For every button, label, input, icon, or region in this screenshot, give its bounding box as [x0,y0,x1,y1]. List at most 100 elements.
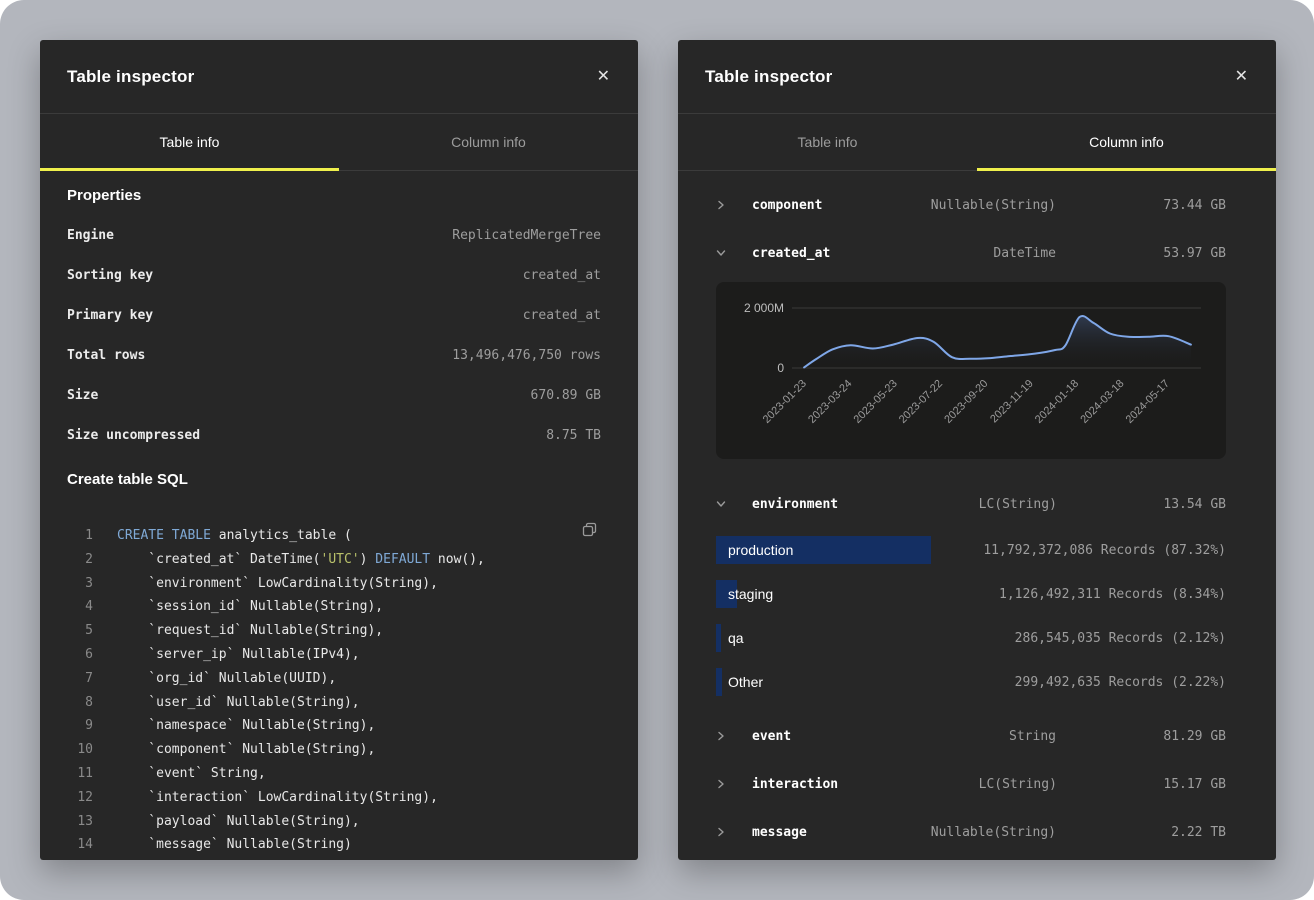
sql-line-code: `event` String, [117,762,266,786]
column-name: event [732,729,836,744]
x-tick-label: 2024-01-18 [1033,378,1081,426]
sql-line-number: 12 [67,786,93,810]
property-label: Total rows [67,348,145,363]
column-size: 15.17 GB [1057,777,1226,792]
column-name: message [732,825,836,840]
sql-line: 10 `component` Nullable(String), [67,738,601,762]
sql-line: 2 `created_at` DateTime('UTC') DEFAULT n… [67,548,601,572]
columns-list: componentNullable(String)73.44 GBcreated… [678,171,1276,856]
chevron-right-icon[interactable] [716,827,732,837]
value-label: Other [716,668,999,696]
sql-line-code: `payload` Nullable(String), [117,810,360,834]
value-bar-container: production [716,536,967,564]
chevron-right-icon[interactable] [716,731,732,741]
column-row[interactable]: messageNullable(String)2.22 TB [716,808,1226,856]
tab-table-info[interactable]: Table info [40,114,339,170]
sql-line: 13 `payload` Nullable(String), [67,810,601,834]
property-label: Engine [67,228,114,243]
column-row[interactable]: componentNullable(String)73.44 GB [716,181,1226,229]
value-distribution-row: production11,792,372,086 Records (87.32%… [716,528,1226,572]
value-record-count: 11,792,372,086 Records (87.32%) [967,543,1226,558]
sql-line-code: `interaction` LowCardinality(String), [117,786,438,810]
value-bar-container: qa [716,624,999,652]
table-inspector-dialog-table-info: Table inspector ✕ Table info Column info… [40,40,638,860]
sql-line-number: 2 [67,548,93,572]
x-tick-label: 2023-01-23 [761,378,809,426]
sql-line-code: `component` Nullable(String), [117,738,375,762]
sql-line-number: 9 [67,714,93,738]
sql-line: 11 `event` String, [67,762,601,786]
column-type: Nullable(String) [836,825,1056,840]
tab-column-info[interactable]: Column info [339,114,638,170]
x-tick-label: 2023-07-22 [897,378,945,426]
dialog-header: Table inspector ✕ [678,40,1276,114]
column-size: 13.54 GB [1057,497,1226,512]
sql-line-code: `namespace` Nullable(String), [117,714,375,738]
x-tick-label: 2024-05-17 [1124,378,1172,426]
column-row[interactable]: eventString81.29 GB [716,712,1226,760]
x-tick-label: 2024-03-18 [1078,378,1126,426]
tab-bar: Table info Column info [678,114,1276,171]
sql-line: 15) ENGINE = ReplicatedMergeTree('/click… [67,857,601,860]
property-row: Size670.89 GB [67,375,601,415]
property-value: created_at [523,268,601,283]
sql-line-number: 1 [67,524,93,548]
column-row[interactable]: environmentLC(String)13.54 GB [716,480,1226,528]
sql-line-code: `server_ip` Nullable(IPv4), [117,643,360,667]
chevron-down-icon[interactable] [716,499,732,509]
property-value: 670.89 GB [531,388,601,403]
column-name: component [732,198,836,213]
column-row[interactable]: interactionLC(String)15.17 GB [716,760,1226,808]
sql-line-code: `environment` LowCardinality(String), [117,572,438,596]
column-type: Nullable(String) [836,198,1056,213]
properties-heading: Properties [67,185,601,207]
sql-line: 1 CREATE TABLE analytics_table ( [67,524,601,548]
chevron-down-icon[interactable] [716,248,732,258]
tab-bar: Table info Column info [40,114,638,171]
sql-line-code: CREATE TABLE analytics_table ( [117,524,352,548]
property-label: Sorting key [67,268,153,283]
copy-icon[interactable] [580,520,599,542]
column-row[interactable]: created_atDateTime53.97 GB [716,229,1226,277]
close-icon[interactable]: ✕ [1231,65,1252,89]
dialog-title: Table inspector [705,67,832,87]
table-inspector-dialog-column-info: Table inspector ✕ Table info Column info… [678,40,1276,860]
chevron-right-icon[interactable] [716,200,732,210]
tab-table-info[interactable]: Table info [678,114,977,170]
value-record-count: 299,492,635 Records (2.22%) [999,675,1226,690]
sql-line-number: 8 [67,691,93,715]
sql-line: 12 `interaction` LowCardinality(String), [67,786,601,810]
chevron-right-icon[interactable] [716,779,732,789]
column-type: DateTime [836,246,1056,261]
sql-line-code: `session_id` Nullable(String), [117,595,383,619]
sql-line-code: `message` Nullable(String) [117,833,352,857]
value-label: qa [716,624,999,652]
column-size: 2.22 TB [1056,825,1226,840]
value-record-count: 286,545,035 Records (2.12%) [999,631,1226,646]
sql-line-number: 4 [67,595,93,619]
sql-line: 8 `user_id` Nullable(String), [67,691,601,715]
y-tick-label-zero: 0 [777,361,784,375]
x-tick-label: 2023-03-24 [806,378,854,426]
properties-list: EngineReplicatedMergeTreeSorting keycrea… [67,215,601,455]
y-tick-label-max: 2 000M [744,301,784,315]
sql-line-number: 15 [67,857,93,860]
close-icon[interactable]: ✕ [593,65,614,89]
value-distribution-row: staging1,126,492,311 Records (8.34%) [716,572,1226,616]
x-tick-label: 2023-09-20 [942,378,990,426]
page-background: Table inspector ✕ Table info Column info… [0,0,1314,900]
value-distribution-row: Other299,492,635 Records (2.22%) [716,660,1226,704]
sql-line: 5 `request_id` Nullable(String), [67,619,601,643]
value-label: production [716,536,967,564]
spacer [716,704,1226,712]
sql-line: 14 `message` Nullable(String) [67,833,601,857]
dialog-header: Table inspector ✕ [40,40,638,114]
dialog-title: Table inspector [67,67,194,87]
property-row: Primary keycreated_at [67,295,601,335]
property-row: Sorting key created_at [67,255,601,295]
sql-line: 6 `server_ip` Nullable(IPv4), [67,643,601,667]
spacer [716,459,1226,480]
tab-column-info[interactable]: Column info [977,114,1276,170]
sql-line: 4 `session_id` Nullable(String), [67,595,601,619]
property-row: Size uncompressed8.75 TB [67,415,601,455]
